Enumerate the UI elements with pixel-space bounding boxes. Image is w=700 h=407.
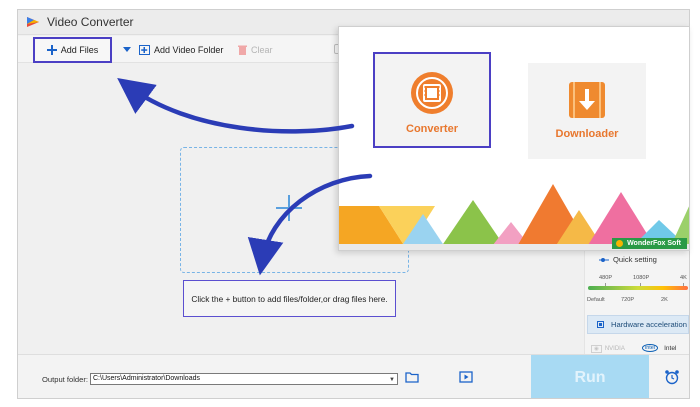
slider-icon: [599, 257, 609, 262]
quality-default: Default: [587, 297, 605, 303]
quality-tick: [640, 283, 641, 286]
folder-add-icon: [139, 44, 150, 55]
output-folder-select[interactable]: C:\Users\Administrator\Downloads ▼: [90, 373, 398, 385]
quality-480p: 480P: [599, 275, 613, 281]
intel-option[interactable]: intel Intel: [642, 344, 676, 352]
clear-button[interactable]: Clear: [238, 36, 273, 63]
alarm-clock-icon[interactable]: [664, 369, 680, 385]
open-folder-icon[interactable]: [405, 371, 419, 383]
quality-4k: 4K: [680, 275, 687, 281]
caret-down-icon: [123, 46, 131, 52]
run-button[interactable]: Run: [531, 355, 649, 398]
output-folder-label: Output folder:: [42, 375, 89, 384]
converter-label: Converter: [406, 123, 458, 135]
quality-tick: [683, 283, 684, 286]
drop-hint-text: Click the + button to add files/folder,o…: [191, 293, 388, 304]
app-title: Video Converter: [47, 15, 134, 29]
downloader-label: Downloader: [555, 128, 619, 140]
converter-tile[interactable]: Converter: [373, 52, 491, 148]
bottom-bar: Output folder: C:\Users\Administrator\Do…: [18, 354, 689, 398]
wonderfox-logo-icon: [616, 240, 624, 247]
add-video-folder-button[interactable]: Add Video Folder: [139, 36, 223, 63]
quality-slider[interactable]: [588, 286, 688, 290]
video-preview-icon[interactable]: [459, 371, 473, 383]
launcher-popup: Converter Downloader WonderFox Soft: [338, 26, 690, 251]
download-icon: [569, 82, 605, 118]
add-files-dropdown[interactable]: [123, 36, 135, 63]
nvidia-option[interactable]: ◉ NVIDIA: [591, 345, 625, 353]
hardware-acceleration-button[interactable]: Hardware acceleration: [587, 315, 689, 334]
add-files-label: Add Files: [60, 45, 99, 55]
chevron-down-icon: ▼: [389, 377, 395, 383]
drop-hint: Click the + button to add files/folder,o…: [183, 280, 396, 317]
trash-icon: [238, 45, 247, 55]
app-logo-icon: [27, 17, 39, 27]
wonderfox-brand: WonderFox Soft: [612, 238, 687, 249]
quality-tick: [605, 283, 606, 286]
nvidia-logo-icon: ◉: [591, 345, 602, 353]
clear-label: Clear: [251, 44, 273, 55]
chip-icon: [597, 321, 604, 328]
screenshot-root: Video Converter Add Files Add Video Fold…: [0, 0, 700, 407]
quick-setting-label: Quick setting: [599, 255, 657, 264]
add-video-folder-label: Add Video Folder: [154, 44, 224, 55]
plus-icon: [46, 45, 57, 55]
quality-720p: 720P: [621, 297, 635, 303]
quality-2k: 2K: [661, 297, 668, 303]
downloader-tile[interactable]: Downloader: [528, 63, 646, 159]
add-plus-icon-v: [288, 195, 290, 221]
quality-1080p: 1080P: [633, 275, 650, 281]
intel-logo-icon: intel: [642, 344, 659, 352]
add-files-button[interactable]: Add Files: [33, 37, 112, 63]
film-reel-icon: [411, 72, 453, 114]
